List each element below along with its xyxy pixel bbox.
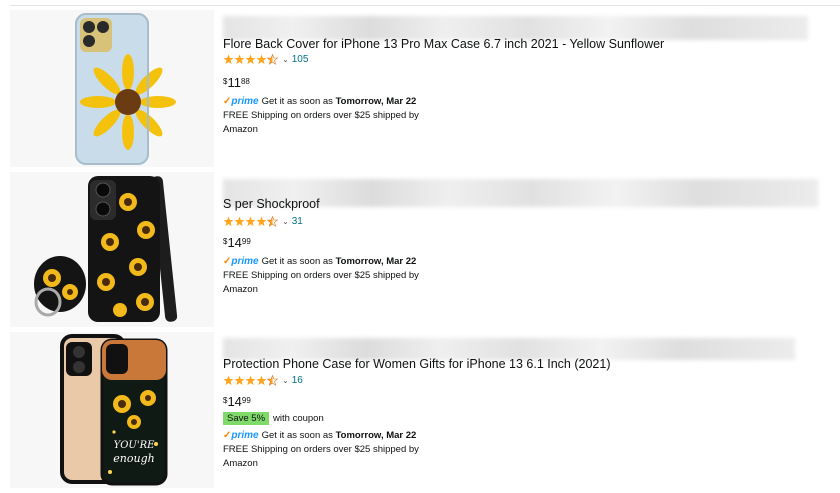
review-count[interactable]: 31 (292, 216, 303, 227)
svg-text:enough: enough (113, 452, 154, 465)
product-title[interactable]: Protection Phone Case for Women Gifts fo… (223, 357, 610, 371)
star-rating-icon (223, 54, 278, 65)
star-rating-icon (223, 375, 278, 386)
product-image[interactable] (10, 10, 214, 167)
price[interactable]: $ 14 99 (223, 394, 251, 409)
review-count[interactable]: 105 (292, 54, 309, 65)
delivery-info: ✓ prime Get it as soon as Tomorrow, Mar 22… (223, 256, 419, 295)
coupon[interactable]: Save 5% with coupon (223, 412, 324, 425)
product-title[interactable]: S per Shockproof (223, 197, 320, 211)
chevron-down-icon: ⌄ (282, 376, 289, 385)
rating[interactable]: ⌄ 16 (223, 375, 303, 386)
coupon-text: with coupon (273, 413, 324, 424)
rating[interactable]: ⌄ 105 (223, 54, 308, 65)
product-card: YOU'RE enough Protection Phone Case for … (0, 332, 840, 493)
phone-case-sunflower-image (75, 13, 176, 165)
star-rating-icon (223, 216, 278, 227)
rating[interactable]: ⌄ 31 (223, 216, 303, 227)
price[interactable]: $ 11 88 (223, 75, 250, 90)
delivery-info: ✓ prime Get it as soon as Tomorrow, Mar 22… (223, 96, 419, 135)
prime-logo: ✓ prime (223, 430, 259, 441)
chevron-down-icon: ⌄ (282, 55, 289, 64)
prime-logo: ✓ prime (223, 96, 259, 107)
product-card: S per Shockproof ⌄ 31 $ 14 99 ✓ prime Get … (0, 172, 840, 332)
phone-case-youre-enough-image: YOU'RE enough (60, 334, 168, 486)
prime-logo: ✓ prime (223, 256, 259, 267)
review-count[interactable]: 16 (292, 375, 303, 386)
product-image[interactable]: YOU'RE enough (10, 332, 214, 488)
delivery-info: ✓ prime Get it as soon as Tomorrow, Mar 22… (223, 430, 419, 469)
coupon-badge[interactable]: Save 5% (223, 412, 270, 425)
product-image[interactable] (10, 172, 214, 327)
phone-case-black-sunflower-image (34, 176, 178, 322)
svg-text:YOU'RE: YOU'RE (114, 440, 156, 451)
product-title[interactable]: Flore Back Cover for iPhone 13 Pro Max C… (223, 37, 664, 51)
product-card: Flore Back Cover for iPhone 13 Pro Max C… (0, 10, 840, 170)
price[interactable]: $ 14 99 (223, 235, 251, 250)
chevron-down-icon: ⌄ (282, 217, 289, 226)
top-divider (10, 0, 840, 6)
